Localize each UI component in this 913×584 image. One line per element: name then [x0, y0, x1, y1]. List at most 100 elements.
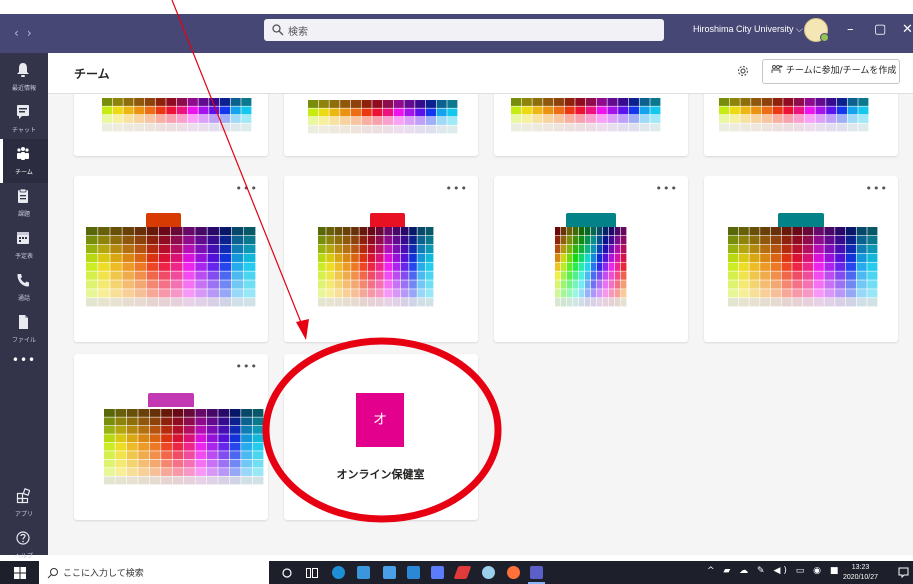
teams-grid: ••• ••• ••• ••• ••• オ オンライン保健室 — [48, 94, 913, 555]
new-team-card[interactable]: オ オンライン保健室 — [284, 354, 478, 520]
rail-label: 予定表 — [14, 253, 33, 260]
rail-label: チャット — [12, 127, 36, 134]
team-card[interactable] — [284, 94, 478, 156]
search-icon — [272, 24, 284, 36]
file-icon — [19, 315, 28, 329]
phone-icon — [17, 274, 29, 287]
team-card[interactable] — [494, 94, 688, 156]
taskbar-search[interactable]: ここに入力して検索 — [39, 561, 269, 584]
edge-icon[interactable] — [332, 566, 345, 579]
system-tray[interactable]: ^ ▰ ☁ ✎ ◀) ▭ ◉ ■ — [707, 566, 841, 576]
minimize-button[interactable]: – — [847, 22, 854, 37]
apps-icon — [16, 488, 30, 504]
clock-time: 13:23 — [851, 564, 870, 571]
team-card[interactable]: ••• — [74, 176, 268, 342]
team-palette-image — [728, 227, 878, 311]
app-rail: 最近情報 チャット チーム 課題 予定表 通話 ファイル ••• アプリ ヘルプ — [0, 53, 48, 560]
add-team-icon — [771, 65, 783, 73]
help-icon — [16, 531, 30, 545]
browser-icon[interactable] — [482, 566, 495, 579]
avatar[interactable] — [804, 18, 829, 42]
team-tab-decoration — [566, 213, 616, 227]
title-bar: ‹› 検索 Hiroshima City University ⌵ – ▢ ✕ — [0, 0, 913, 53]
rail-label: ファイル — [11, 337, 36, 344]
rail-label: 通話 — [17, 295, 30, 302]
team-name: オンライン保健室 — [336, 468, 425, 481]
nav-arrows: ‹› — [14, 26, 40, 40]
more-options-icon[interactable]: ••• — [236, 360, 258, 373]
firefox-icon[interactable] — [507, 566, 520, 579]
assignments-icon — [18, 188, 28, 203]
windows-start-icon[interactable] — [14, 567, 26, 579]
bell-icon — [17, 63, 29, 77]
organization-name: Hiroshima City University — [693, 24, 794, 34]
rail-label: ヘルプ — [14, 553, 33, 560]
rail-item-files[interactable]: ファイル — [0, 307, 48, 351]
back-arrow-icon[interactable]: ‹ — [14, 26, 27, 40]
pin-icon[interactable] — [453, 566, 472, 579]
taskbar-clock[interactable]: 13:23 2020/10/27 — [843, 563, 878, 583]
rail-item-apps[interactable]: アプリ — [0, 481, 48, 525]
team-palette-image — [719, 98, 869, 136]
team-tab-decoration — [148, 393, 194, 407]
forward-arrow-icon[interactable]: › — [27, 26, 40, 40]
team-palette-image — [511, 98, 661, 136]
team-tab-decoration — [370, 213, 405, 227]
cortana-icon[interactable] — [282, 568, 292, 578]
mail-icon[interactable] — [407, 566, 420, 579]
notification-icon[interactable] — [898, 567, 909, 578]
join-or-create-team-label: チームに参加/チームを作成 — [785, 66, 897, 76]
task-view-icon[interactable] — [306, 568, 318, 578]
calendar-icon — [17, 232, 29, 244]
close-button[interactable]: ✕ — [902, 22, 913, 37]
team-card[interactable]: ••• — [704, 176, 898, 342]
rail-item-chat[interactable]: チャット — [0, 97, 48, 141]
more-options-icon[interactable]: ••• — [656, 182, 678, 195]
rail-item-calls[interactable]: 通話 — [0, 265, 48, 309]
rail-item-calendar[interactable]: 予定表 — [0, 223, 48, 267]
search-placeholder: 検索 — [288, 27, 308, 38]
maximize-button[interactable]: ▢ — [874, 22, 886, 37]
store-icon[interactable] — [383, 566, 396, 579]
teams-icon — [17, 147, 29, 160]
search-icon — [47, 568, 58, 579]
gear-icon[interactable] — [736, 64, 750, 78]
more-options-icon[interactable]: ••• — [866, 182, 888, 195]
taskbar-search-placeholder: ここに入力して検索 — [63, 569, 144, 579]
team-palette-image — [104, 409, 264, 489]
organization-switcher[interactable]: Hiroshima City University ⌵ — [693, 24, 803, 35]
page-header: チーム チームに参加/チームを作成 — [48, 53, 913, 94]
team-initial: オ — [373, 412, 387, 428]
rail-item-teams[interactable]: チーム — [0, 139, 48, 183]
more-options-icon[interactable]: ••• — [446, 182, 468, 195]
app-icon[interactable] — [431, 566, 444, 579]
explorer-icon[interactable] — [357, 566, 370, 579]
rail-label: アプリ — [14, 511, 33, 518]
team-palette-image — [318, 227, 434, 311]
teams-taskbar-icon[interactable] — [530, 566, 543, 579]
clock-date: 2020/10/27 — [843, 574, 879, 581]
search-input[interactable]: 検索 — [264, 19, 664, 41]
rail-item-activity[interactable]: 最近情報 — [0, 55, 48, 99]
more-options-icon[interactable]: ••• — [236, 182, 258, 195]
team-card[interactable] — [74, 94, 268, 156]
team-card[interactable]: ••• — [494, 176, 688, 342]
team-palette-image — [102, 98, 252, 136]
team-avatar: オ — [356, 393, 404, 447]
team-tab-decoration — [146, 213, 181, 227]
chevron-down-icon: ⌵ — [796, 24, 803, 34]
page-title: チーム — [74, 67, 110, 81]
presence-available-icon — [820, 33, 829, 42]
chat-icon — [17, 105, 29, 119]
title-bar-strip: ‹› 検索 Hiroshima City University ⌵ – ▢ ✕ — [0, 14, 913, 53]
more-apps-icon[interactable]: ••• — [0, 353, 48, 367]
team-card[interactable]: ••• — [74, 354, 268, 520]
team-tab-decoration — [778, 213, 824, 227]
team-card[interactable] — [704, 94, 898, 156]
team-palette-image — [555, 227, 627, 311]
rail-label: チーム — [15, 169, 33, 176]
join-or-create-team-button[interactable]: チームに参加/チームを作成 — [762, 59, 900, 84]
rail-item-assignments[interactable]: 課題 — [0, 181, 48, 225]
team-palette-image — [308, 100, 458, 138]
team-card[interactable]: ••• — [284, 176, 478, 342]
